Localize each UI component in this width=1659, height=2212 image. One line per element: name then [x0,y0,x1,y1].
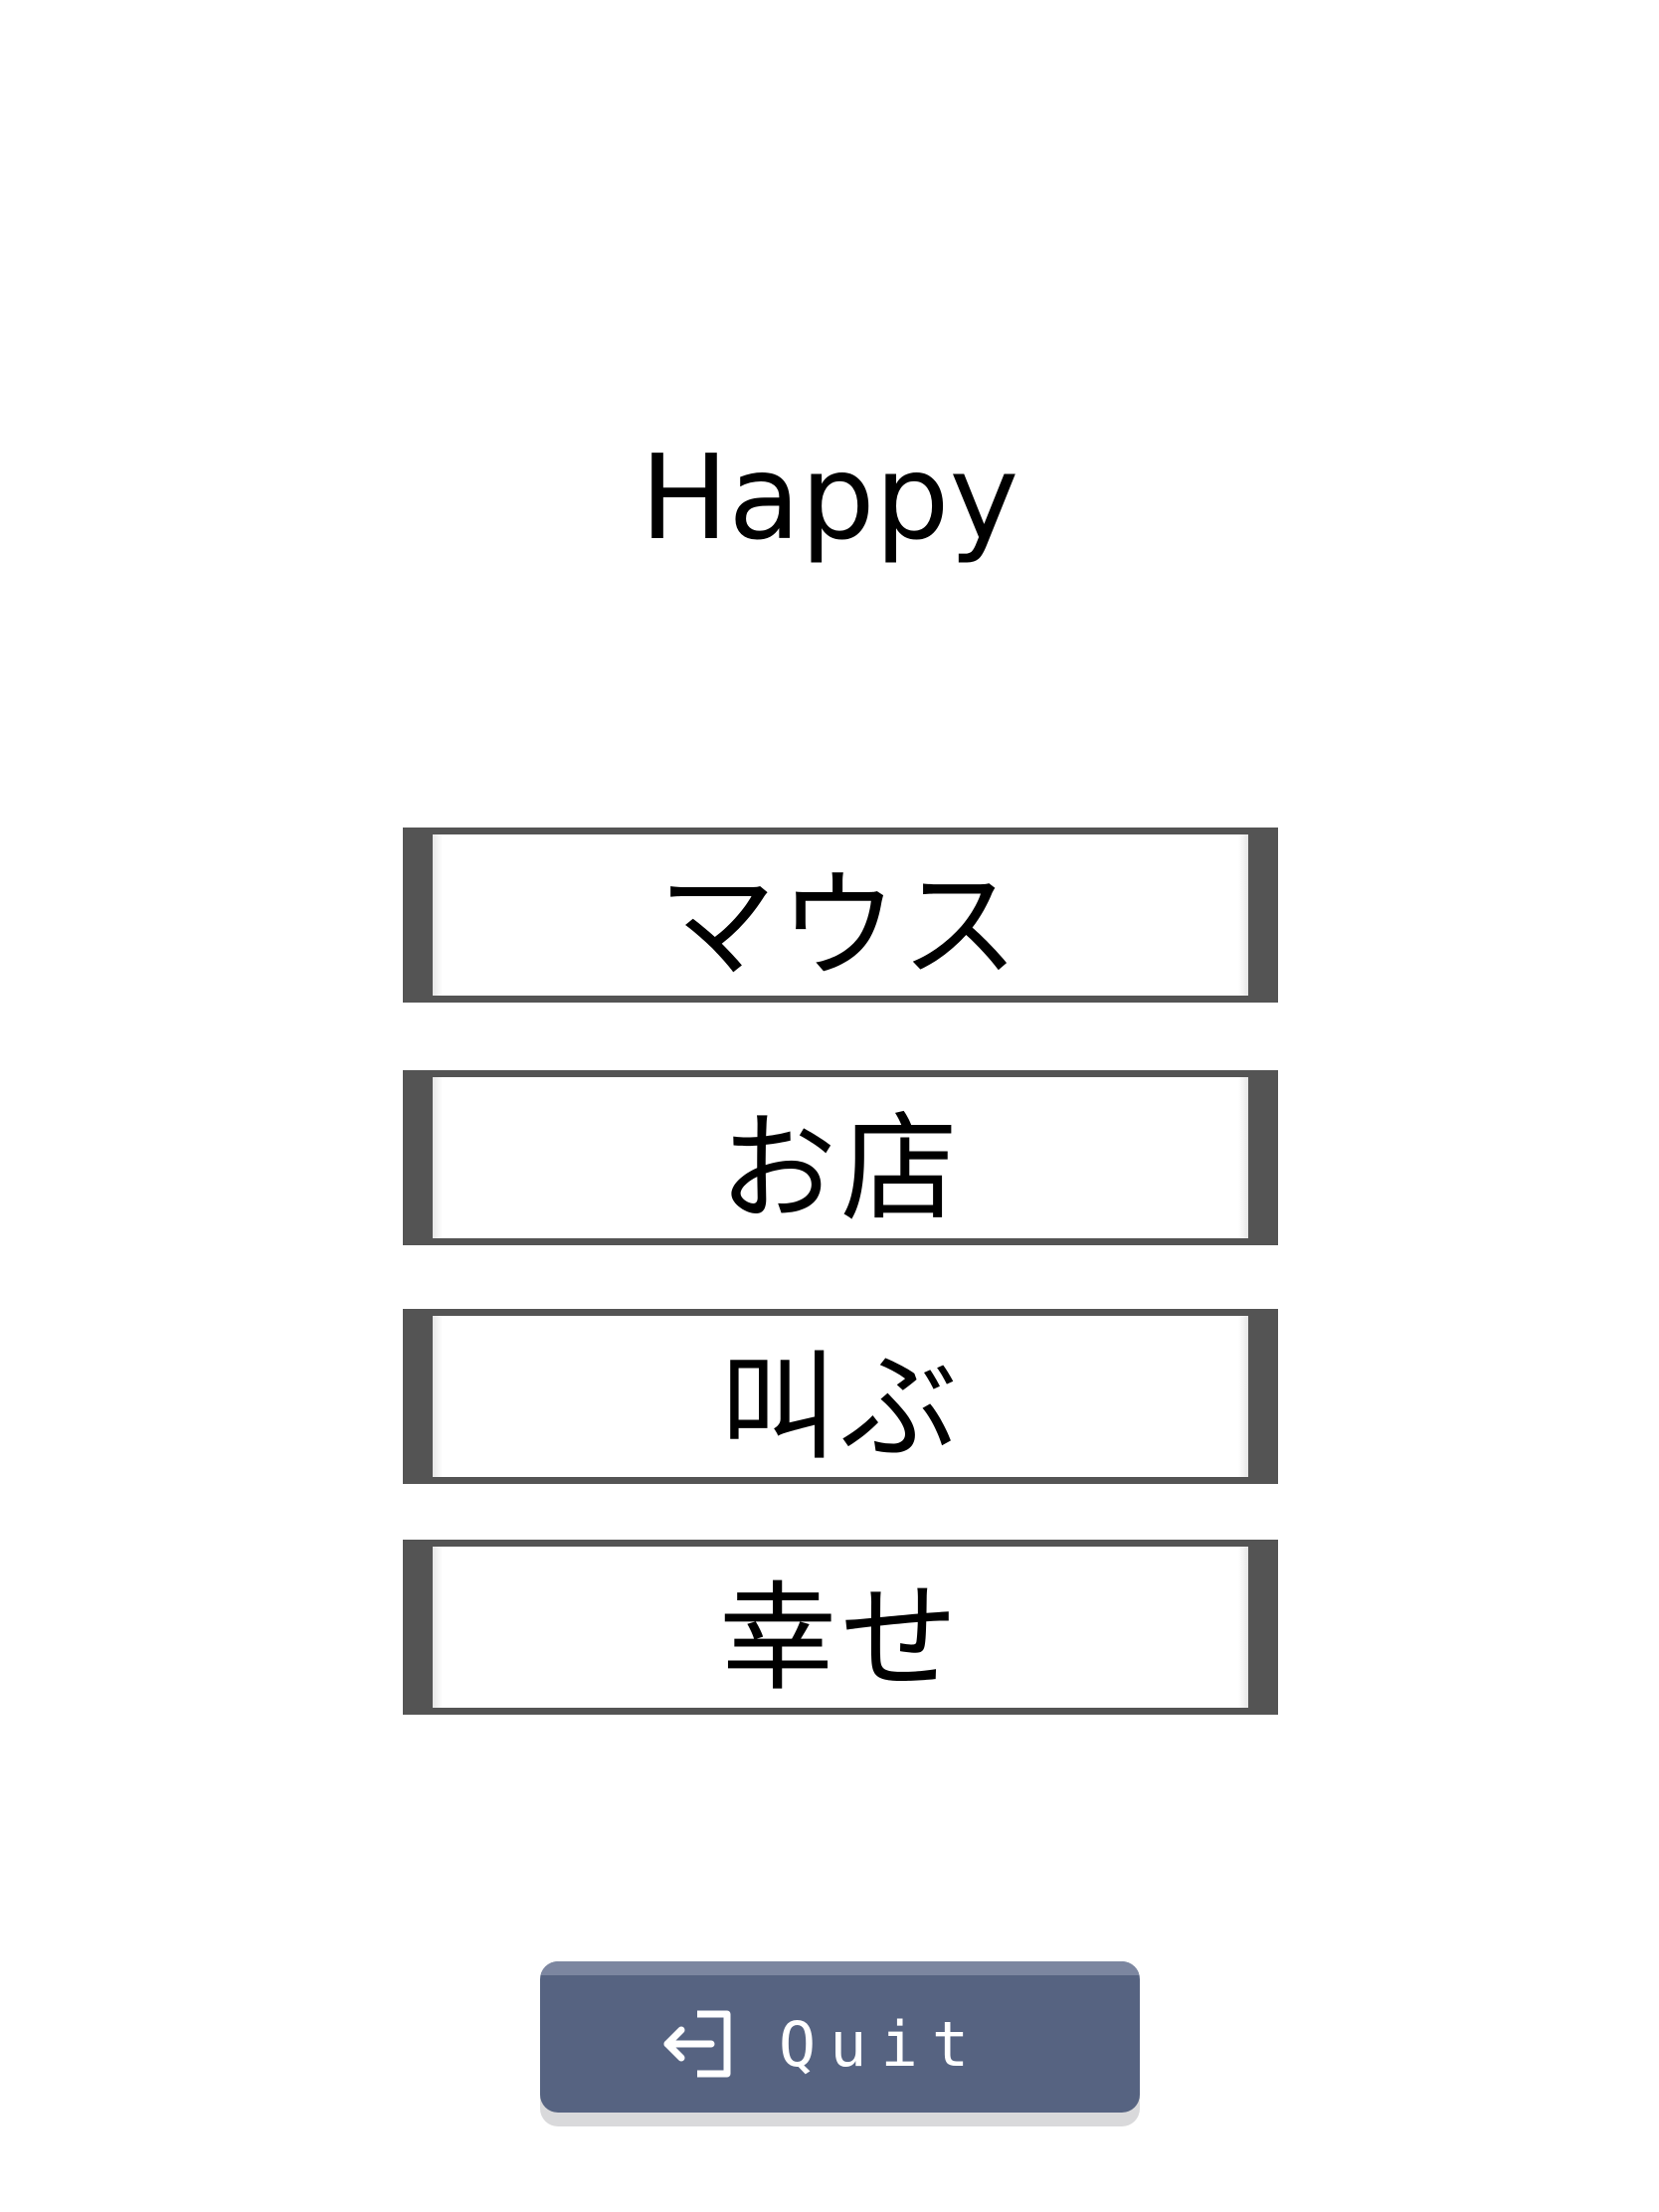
choice-label: 幸せ [718,1568,962,1707]
choice-label: マウス [657,856,1022,995]
choice-label: お店 [718,1099,962,1237]
exit-icon [663,2010,731,2078]
choice-label: 叫ぶ [718,1338,962,1476]
choice-button-3[interactable]: 叫ぶ [403,1309,1278,1484]
choice-button-4[interactable]: 幸せ [403,1540,1278,1715]
quit-label: Quit [778,2007,984,2081]
quit-button[interactable]: Quit [540,1961,1140,2113]
prompt-word: Happy [640,429,1019,566]
choice-button-2[interactable]: お店 [403,1070,1278,1245]
choice-button-1[interactable]: マウス [403,828,1278,1003]
